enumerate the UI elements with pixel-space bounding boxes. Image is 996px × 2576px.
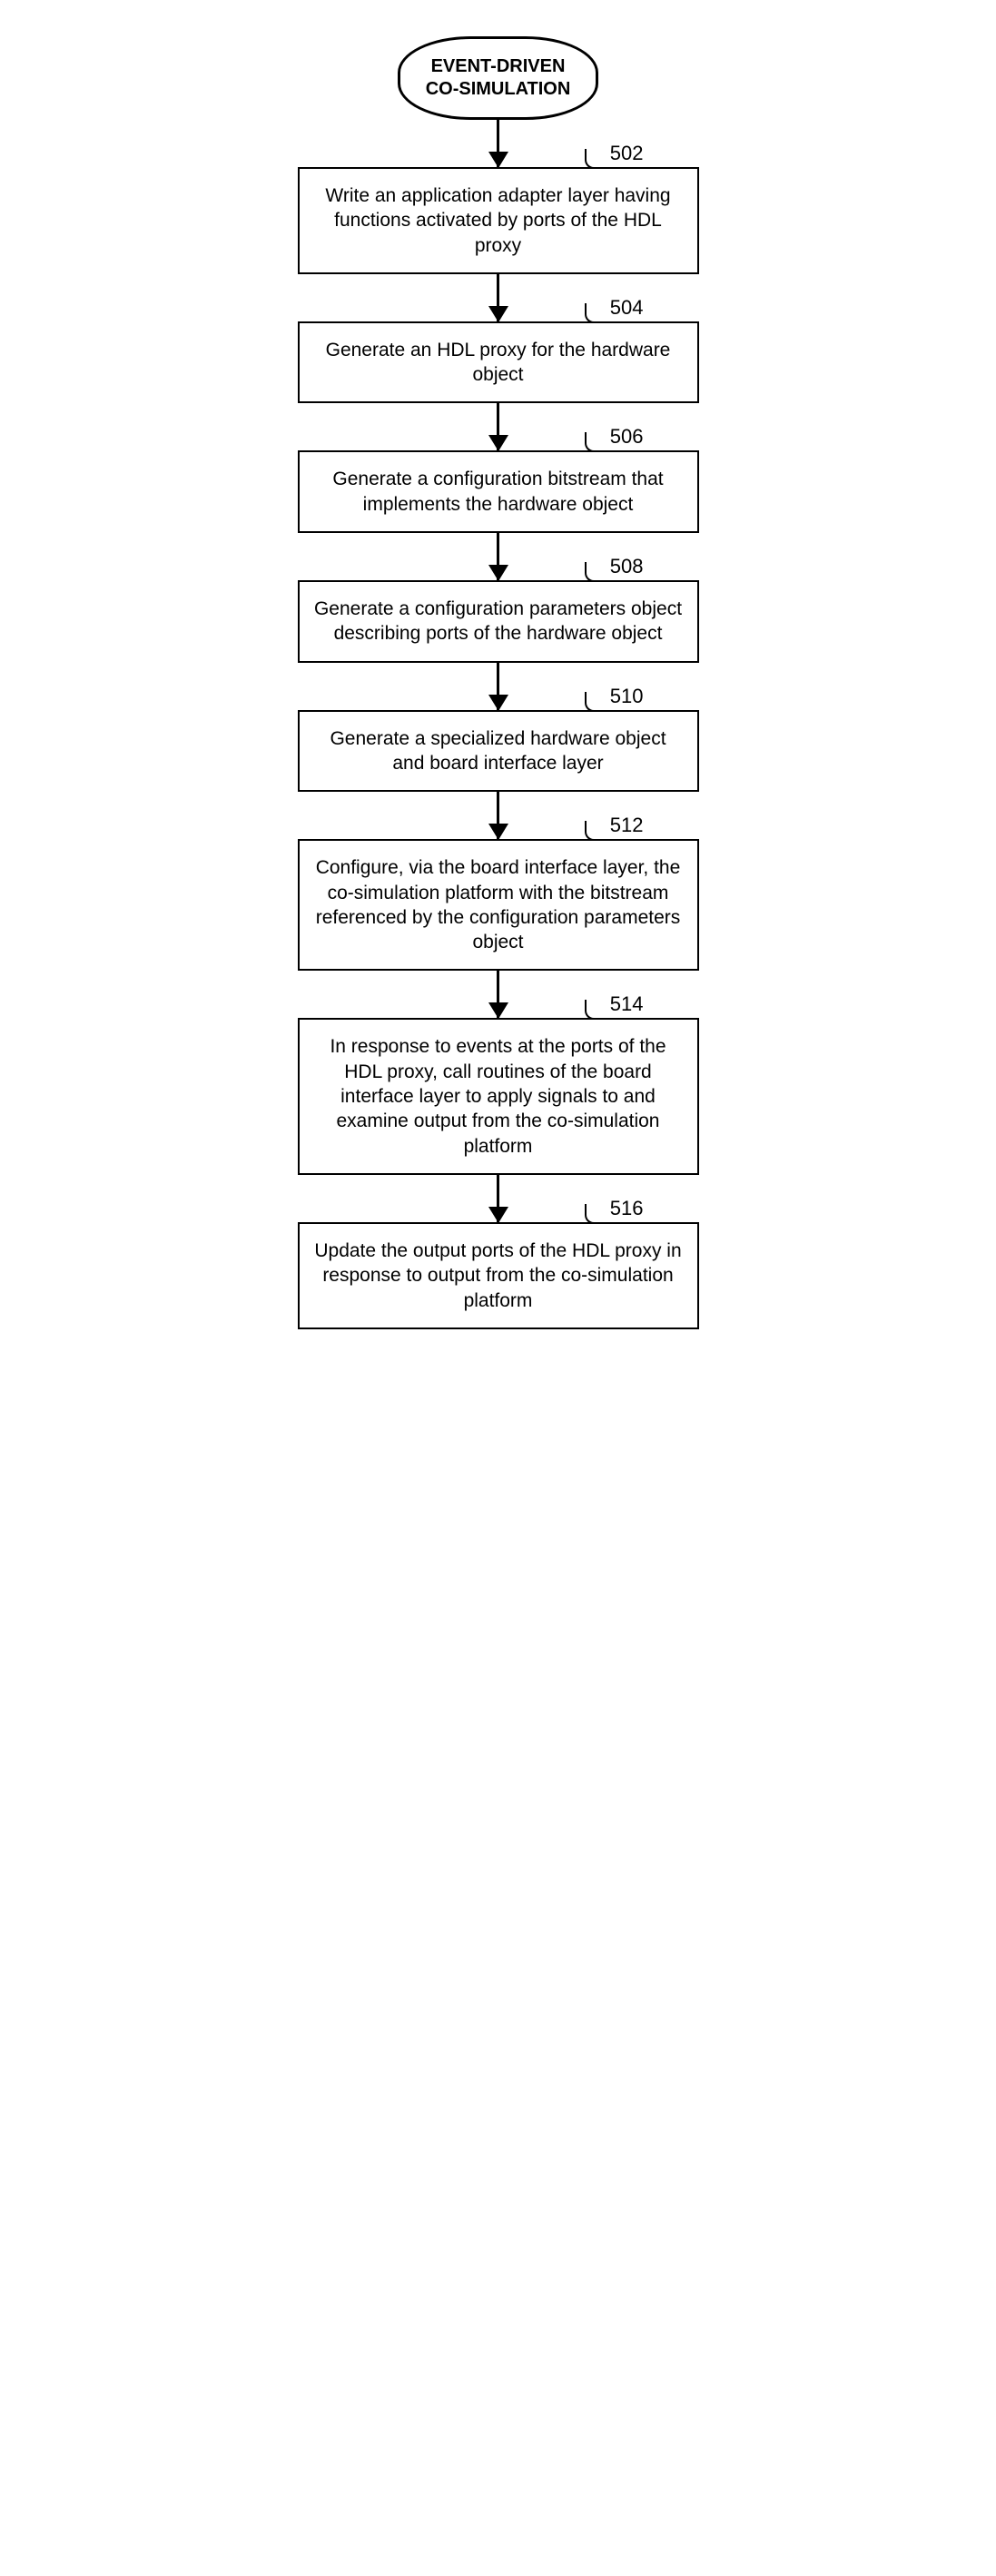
step-512: 512 Configure, via the board interface l… <box>290 839 707 971</box>
process-box: Generate a specialized hardware object a… <box>298 710 699 793</box>
process-box: Generate a configuration bitstream that … <box>298 450 699 533</box>
process-box: Configure, via the board interface layer… <box>298 839 699 971</box>
arrow <box>497 663 499 710</box>
arrow <box>497 792 499 839</box>
process-box: Generate an HDL proxy for the hardware o… <box>298 321 699 404</box>
step-514: 514 In response to events at the ports o… <box>290 1018 707 1174</box>
step-number: 506 <box>610 425 644 449</box>
step-label: 514 <box>585 992 644 1016</box>
arrow <box>497 403 499 450</box>
hook-icon <box>585 1204 606 1224</box>
step-label: 506 <box>585 425 644 449</box>
step-label: 510 <box>585 685 644 708</box>
arrow <box>497 274 499 321</box>
arrow <box>497 971 499 1018</box>
step-label: 504 <box>585 296 644 320</box>
flowchart: EVENT-DRIVEN CO-SIMULATION 502 Write an … <box>290 36 707 1329</box>
step-510: 510 Generate a specialized hardware obje… <box>290 710 707 793</box>
arrow <box>497 120 499 167</box>
title-line-1: EVENT-DRIVEN <box>426 55 571 78</box>
arrow <box>497 533 499 580</box>
step-number: 512 <box>610 814 644 837</box>
step-502: 502 Write an application adapter layer h… <box>290 167 707 274</box>
step-label: 502 <box>585 142 644 165</box>
hook-icon <box>585 149 606 169</box>
step-number: 502 <box>610 142 644 165</box>
title-line-2: CO-SIMULATION <box>426 78 571 101</box>
step-number: 510 <box>610 685 644 708</box>
hook-icon <box>585 821 606 841</box>
step-label: 516 <box>585 1197 644 1220</box>
process-box: Update the output ports of the HDL proxy… <box>298 1222 699 1329</box>
step-number: 504 <box>610 296 644 320</box>
hook-icon <box>585 303 606 323</box>
step-number: 514 <box>610 992 644 1016</box>
hook-icon <box>585 562 606 582</box>
step-label: 512 <box>585 814 644 837</box>
process-box: Write an application adapter layer havin… <box>298 167 699 274</box>
step-508: 508 Generate a configuration parameters … <box>290 580 707 663</box>
step-516: 516 Update the output ports of the HDL p… <box>290 1222 707 1329</box>
step-504: 504 Generate an HDL proxy for the hardwa… <box>290 321 707 404</box>
terminator-start: EVENT-DRIVEN CO-SIMULATION <box>398 36 599 120</box>
arrow <box>497 1175 499 1222</box>
step-label: 508 <box>585 555 644 578</box>
step-number: 516 <box>610 1197 644 1220</box>
step-number: 508 <box>610 555 644 578</box>
hook-icon <box>585 1000 606 1020</box>
hook-icon <box>585 432 606 452</box>
hook-icon <box>585 692 606 712</box>
process-box: In response to events at the ports of th… <box>298 1018 699 1174</box>
process-box: Generate a configuration parameters obje… <box>298 580 699 663</box>
step-506: 506 Generate a configuration bitstream t… <box>290 450 707 533</box>
